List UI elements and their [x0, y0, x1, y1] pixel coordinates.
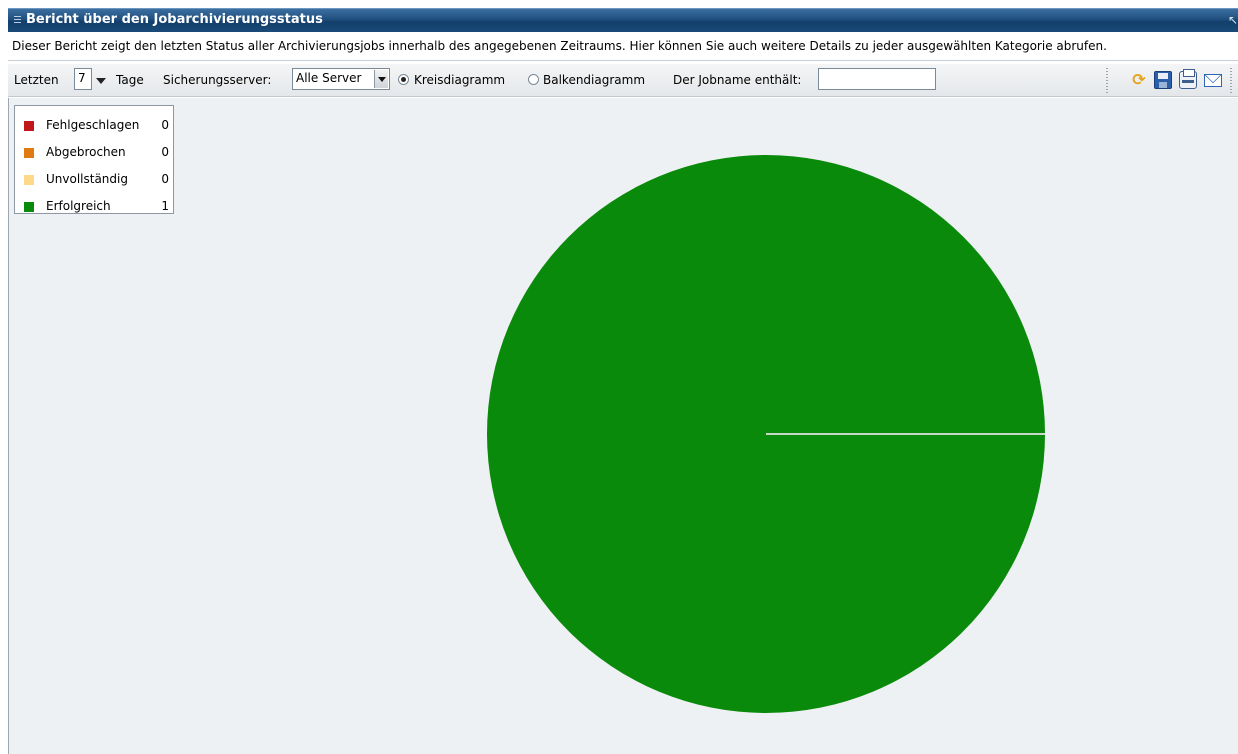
last-label: Letzten — [14, 73, 59, 87]
legend-swatch — [24, 121, 34, 131]
chevron-down-icon[interactable] — [374, 70, 388, 88]
toolbar-separator-end — [1230, 68, 1232, 94]
chart-area: Fehlgeschlagen 0 Abgebrochen 0 Unvollstä… — [8, 98, 1238, 754]
jobname-input[interactable] — [818, 68, 936, 90]
legend-item-aborted[interactable]: Abgebrochen 0 — [24, 144, 169, 162]
jobname-label: Der Jobname enthält: — [673, 73, 802, 87]
report-description: Dieser Bericht zeigt den letzten Status … — [8, 35, 1238, 61]
days-dropdown-icon[interactable] — [96, 78, 106, 84]
grip-icon — [14, 16, 21, 25]
pie-chart[interactable] — [9, 98, 1237, 754]
legend-swatch — [24, 175, 34, 185]
report-window: Bericht über den Jobarchivierungsstatus … — [0, 0, 1238, 754]
print-icon[interactable] — [1179, 69, 1197, 89]
legend-label: Fehlgeschlagen — [46, 118, 140, 132]
legend-item-failed[interactable]: Fehlgeschlagen 0 — [24, 117, 169, 135]
bar-chart-radio[interactable] — [528, 74, 539, 85]
pin-icon[interactable]: ↖ — [1228, 13, 1238, 27]
server-select-value: Alle Server — [296, 71, 362, 85]
legend-swatch — [24, 148, 34, 158]
chart-legend: Fehlgeschlagen 0 Abgebrochen 0 Unvollstä… — [14, 105, 174, 214]
server-label: Sicherungsserver: — [163, 73, 272, 87]
legend-label: Erfolgreich — [46, 199, 111, 213]
pie-chart-radio[interactable] — [398, 74, 409, 85]
legend-label: Unvollständig — [46, 172, 128, 186]
legend-value: 1 — [161, 199, 169, 213]
legend-item-successful[interactable]: Erfolgreich 1 — [24, 198, 169, 216]
server-select[interactable]: Alle Server — [292, 68, 390, 90]
toolbar: Letzten 7 Tage Sicherungsserver: Alle Se… — [8, 64, 1238, 97]
legend-label: Abgebrochen — [46, 145, 126, 159]
legend-value: 0 — [161, 172, 169, 186]
legend-value: 0 — [161, 118, 169, 132]
days-input[interactable]: 7 — [74, 68, 92, 90]
mail-icon[interactable] — [1204, 74, 1222, 87]
save-icon[interactable] — [1154, 71, 1172, 89]
toolbar-separator — [1106, 68, 1108, 94]
window-title: Bericht über den Jobarchivierungsstatus — [26, 12, 323, 27]
legend-swatch — [24, 202, 34, 212]
bar-chart-label[interactable]: Balkendiagramm — [543, 73, 645, 87]
legend-value: 0 — [161, 145, 169, 159]
legend-item-incomplete[interactable]: Unvollständig 0 — [24, 171, 169, 189]
pie-chart-label[interactable]: Kreisdiagramm — [414, 73, 505, 87]
refresh-icon[interactable]: ⟳ — [1130, 71, 1148, 89]
days-label: Tage — [116, 73, 144, 87]
title-bar: Bericht über den Jobarchivierungsstatus … — [8, 8, 1238, 32]
